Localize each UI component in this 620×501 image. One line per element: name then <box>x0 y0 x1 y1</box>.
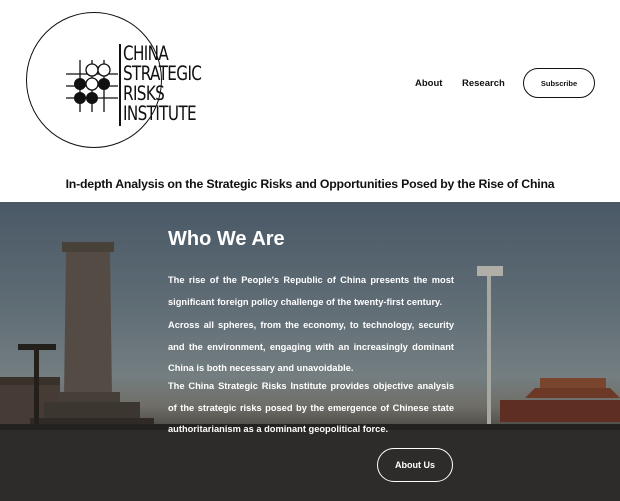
logo-wordmark[interactable]: CHINA STRATEGIC RISKS INSTITUTE <box>123 42 202 125</box>
intro-paragraph-2: Across all spheres, from the economy, to… <box>168 320 454 373</box>
logo-line: RISKS <box>123 82 165 105</box>
logo-divider <box>119 44 121 126</box>
nav-research-link[interactable]: Research <box>462 78 505 89</box>
about-us-button[interactable]: About Us <box>377 448 453 482</box>
subscribe-button[interactable]: Subscribe <box>523 68 595 98</box>
go-board-logo-icon <box>66 60 118 112</box>
logo-line: CHINA <box>123 42 169 65</box>
intro-paragraph-1: The rise of the People's Republic of Chi… <box>168 275 454 307</box>
logo-line: INSTITUTE <box>123 102 197 125</box>
intro-paragraph-3: The China Strategic Risks Institute prov… <box>168 381 454 434</box>
hero-section: Who We Are The rise of the People's Repu… <box>0 202 620 501</box>
site-header: CHINA STRATEGIC RISKS INSTITUTE About Re… <box>0 0 620 202</box>
who-we-are-heading: Who We Are <box>168 228 285 250</box>
site-tagline: In-depth Analysis on the Strategic Risks… <box>65 177 555 191</box>
logo-line: STRATEGIC <box>123 62 202 85</box>
nav-about-link[interactable]: About <box>415 78 442 89</box>
